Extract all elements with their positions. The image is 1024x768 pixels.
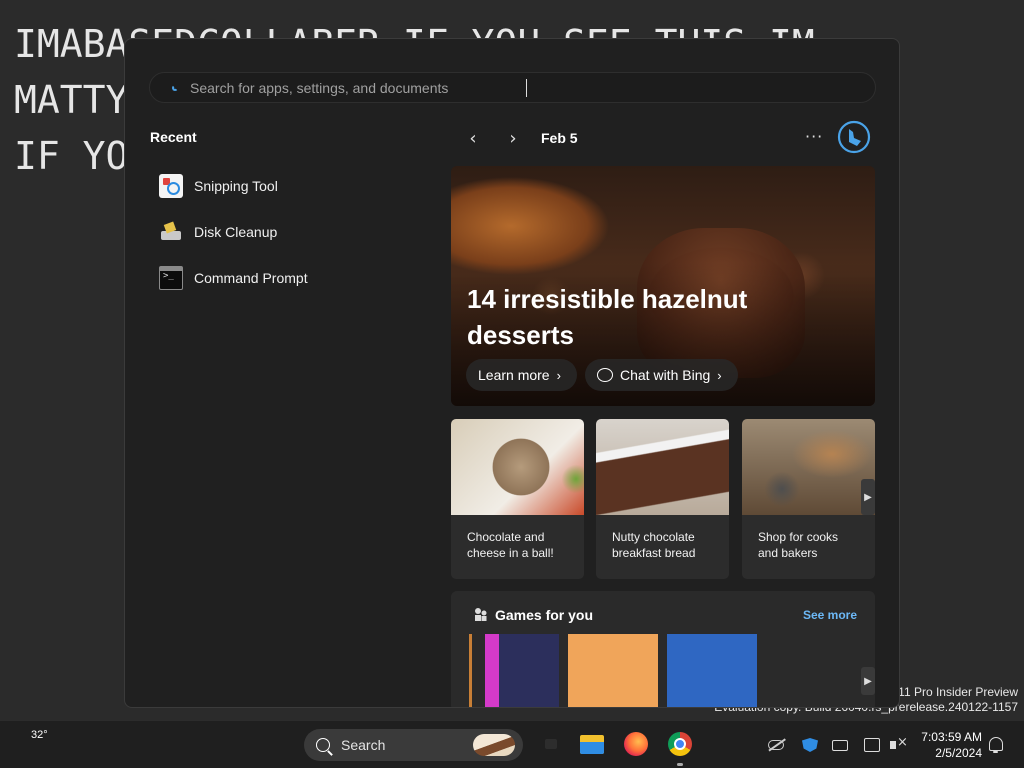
taskbar-search[interactable]: Search: [304, 729, 523, 761]
recent-item-disk-cleanup[interactable]: Disk Cleanup: [159, 209, 419, 255]
search-icon: [316, 738, 330, 752]
recent-item-snipping-tool[interactable]: Snipping Tool: [159, 163, 419, 209]
volume-muted-icon[interactable]: [890, 735, 908, 752]
chat-with-bing-button[interactable]: Chat with Bing ›: [585, 359, 738, 391]
highlight-card[interactable]: Nutty chocolate breakfast bread: [596, 419, 729, 579]
firefox-icon[interactable]: [624, 732, 648, 756]
game-pieces-icon: [475, 608, 487, 621]
see-more-link[interactable]: See more: [803, 608, 857, 622]
game-tile[interactable]: [469, 634, 559, 707]
search-flyout: Recent Snipping Tool Disk Cleanup Comman…: [124, 38, 900, 708]
recent-item-label: Command Prompt: [194, 270, 308, 286]
snipping-tool-icon: [159, 174, 183, 198]
more-options-icon[interactable]: ···: [805, 127, 823, 146]
chrome-icon[interactable]: [668, 732, 692, 756]
search-input[interactable]: [190, 79, 790, 96]
recent-item-command-prompt[interactable]: Command Prompt: [159, 255, 419, 301]
chevron-right-icon[interactable]: ›: [501, 127, 525, 149]
game-tile[interactable]: [667, 634, 757, 707]
command-prompt-icon: [159, 266, 183, 290]
file-explorer-icon[interactable]: [580, 732, 604, 756]
highlights-nav: ‹ › Feb 5: [461, 127, 578, 149]
learn-more-button[interactable]: Learn more ›: [466, 359, 577, 391]
system-clock[interactable]: 7:03:59 AM 2/5/2024: [916, 729, 982, 761]
learn-more-label: Learn more: [478, 367, 550, 383]
network-icon[interactable]: [864, 738, 880, 752]
card-image: [596, 419, 729, 515]
highlight-card[interactable]: Shop for cooks and bakers: [742, 419, 875, 579]
highlight-card[interactable]: Chocolate and cheese in a ball!: [451, 419, 584, 579]
chat-with-bing-label: Chat with Bing: [620, 367, 711, 383]
highlight-cards: Chocolate and cheese in a ball! Nutty ch…: [451, 419, 875, 579]
games-heading: Games for you: [495, 607, 594, 623]
card-caption: Shop for cooks and bakers: [758, 530, 839, 560]
card-image: [451, 419, 584, 515]
chevron-right-icon: ›: [556, 367, 561, 383]
scroll-right-icon[interactable]: ▶: [861, 667, 875, 695]
card-caption: Chocolate and cheese in a ball!: [467, 530, 554, 560]
chat-bubble-icon: [597, 368, 613, 382]
security-warning-icon[interactable]: [802, 738, 818, 752]
games-section: Games for you See more ▶: [451, 591, 875, 707]
highlights-date: Feb 5: [541, 130, 578, 146]
recent-heading: Recent: [150, 129, 197, 145]
keyboard-icon[interactable]: [832, 740, 848, 751]
loading-spinner-icon: [172, 84, 178, 91]
running-indicator: [677, 763, 683, 766]
task-view-icon[interactable]: [539, 732, 563, 756]
taskbar-search-label: Search: [341, 737, 386, 753]
onedrive-offline-icon[interactable]: [768, 740, 784, 750]
notification-bell-icon[interactable]: [989, 737, 1003, 753]
scroll-right-icon[interactable]: ▶: [861, 479, 875, 515]
search-box[interactable]: [149, 72, 876, 103]
recent-item-label: Disk Cleanup: [194, 224, 278, 240]
recent-list: Snipping Tool Disk Cleanup Command Promp…: [159, 163, 419, 301]
disk-cleanup-icon: [159, 220, 183, 244]
weather-widget[interactable]: 32°: [31, 729, 48, 741]
chevron-right-icon: ›: [717, 367, 722, 383]
game-tile[interactable]: [568, 634, 658, 707]
search-highlight-image: [473, 734, 515, 756]
recent-item-label: Snipping Tool: [194, 178, 278, 194]
taskbar: 32° Search 7:03:59 AM 2/5/2024: [0, 720, 1024, 768]
bing-chat-icon[interactable]: [837, 120, 871, 154]
card-caption: Nutty chocolate breakfast bread: [612, 530, 696, 560]
card-image: [742, 419, 875, 515]
hero-card[interactable]: 14 irresistible hazelnut desserts Learn …: [451, 166, 875, 406]
clock-date: 2/5/2024: [935, 746, 982, 760]
chevron-left-icon[interactable]: ‹: [461, 127, 485, 149]
text-cursor-icon: [526, 79, 534, 97]
clock-time: 7:03:59 AM: [921, 730, 982, 744]
hero-title: 14 irresistible hazelnut desserts: [467, 284, 748, 350]
